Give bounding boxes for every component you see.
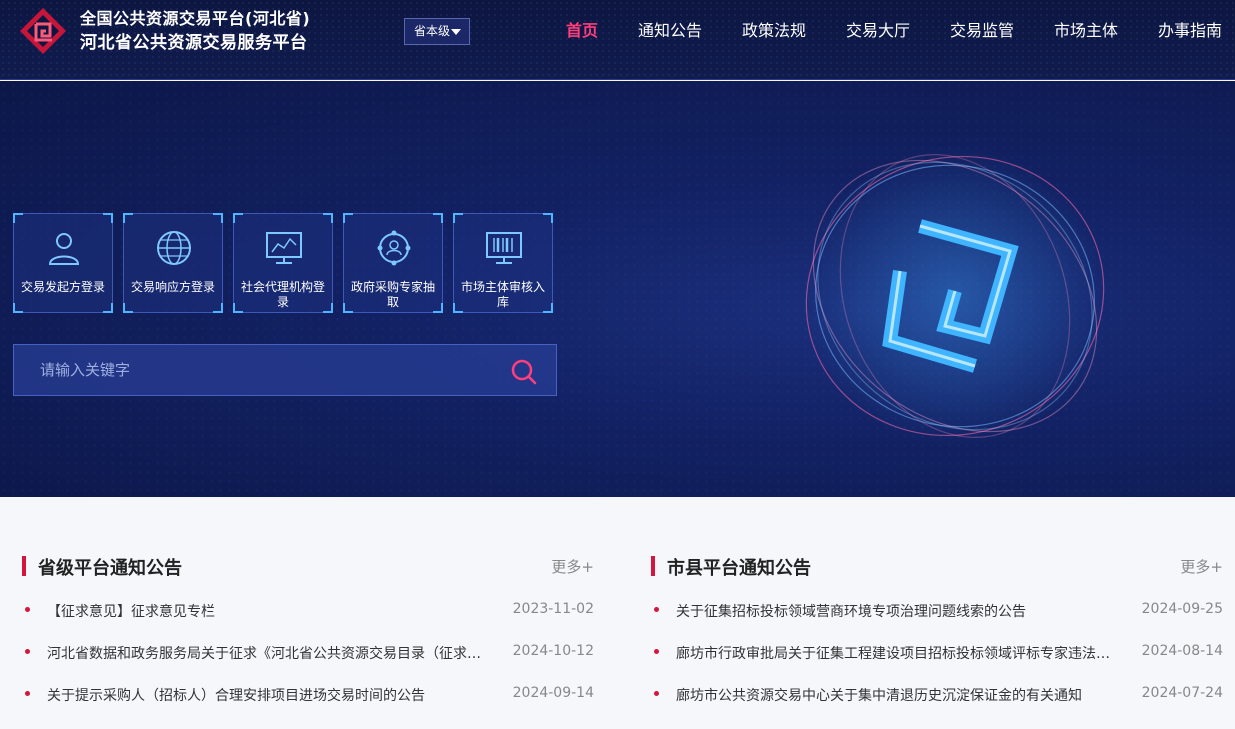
panel-header: 省级平台通知公告 更多+ [22, 552, 594, 580]
nav-notices[interactable]: 通知公告 [638, 20, 702, 42]
globe-icon [157, 231, 191, 265]
list-item[interactable]: 关于提示采购人（招标人）合理安排项目进场交易时间的公告 2024-09-14 [22, 678, 594, 720]
tile-entity-review[interactable]: 市场主体审核入库 [453, 213, 553, 313]
notice-title[interactable]: 关于征集招标投标领域营商环境专项治理问题线索的公告 [676, 601, 1116, 621]
tile-initiator-login[interactable]: 交易发起方登录 [13, 213, 113, 313]
bullet-icon [25, 649, 30, 654]
list-item[interactable]: 河北省数据和政务服务局关于征求《河北省公共资源交易目录（征求… 2024-10-… [22, 636, 594, 678]
panel-title: 省级平台通知公告 [38, 558, 182, 579]
notice-title[interactable]: 廊坊市行政审批局关于征集工程建设项目招标投标领域评标专家违法… [676, 643, 1116, 663]
list-item[interactable]: 廊坊市行政审批局关于征集工程建设项目招标投标领域评标专家违法… 2024-08-… [651, 636, 1223, 678]
more-link[interactable]: 更多+ [1180, 556, 1223, 577]
nav-trading-hall[interactable]: 交易大厅 [846, 20, 910, 42]
nav-supervision[interactable]: 交易监管 [950, 20, 1014, 42]
notice-date: 2024-07-24 [1141, 685, 1223, 701]
level-select-value: 省本级 [414, 24, 451, 38]
user-icon [48, 233, 80, 265]
barcode-screen-icon [486, 232, 522, 264]
notice-title[interactable]: 河北省数据和政务服务局关于征求《河北省公共资源交易目录（征求… [47, 643, 487, 663]
tile-label: 社会代理机构登录 [240, 280, 325, 309]
bullet-icon [654, 607, 659, 612]
notice-date: 2023-11-02 [512, 601, 594, 617]
city-notice-panel: 市县平台通知公告 更多+ 关于征集招标投标领域营商环境专项治理问题线索的公告 2… [651, 552, 1223, 704]
notice-title[interactable]: 关于提示采购人（招标人）合理安排项目进场交易时间的公告 [47, 685, 487, 705]
provincial-notice-panel: 省级平台通知公告 更多+ 【征求意见】征求意见专栏 2023-11-02 河北省… [22, 552, 594, 704]
tile-label: 市场主体审核入库 [460, 280, 545, 309]
more-link[interactable]: 更多+ [551, 556, 594, 577]
monitor-chart-icon [266, 232, 302, 264]
list-item[interactable]: 关于征集招标投标领域营商环境专项治理问题线索的公告 2024-09-25 [651, 594, 1223, 636]
panel-header: 市县平台通知公告 更多+ [651, 552, 1223, 580]
site-header: 全国公共资源交易平台(河北省) 河北省公共资源交易服务平台 省本级 首页 通知公… [0, 0, 1235, 80]
platform-emblem-orb-icon [805, 146, 1105, 446]
site-title-line2: 河北省公共资源交易服务平台 [80, 33, 308, 53]
nav-market-entities[interactable]: 市场主体 [1054, 20, 1118, 42]
tile-agency-login[interactable]: 社会代理机构登录 [233, 213, 333, 313]
nav-service-guide[interactable]: 办事指南 [1158, 20, 1222, 42]
nav-home[interactable]: 首页 [566, 20, 598, 42]
bullet-icon [25, 691, 30, 696]
notice-date: 2024-09-25 [1141, 601, 1223, 617]
tile-expert-extraction[interactable]: 政府采购专家抽取 [343, 213, 443, 313]
nav-policies[interactable]: 政策法规 [742, 20, 806, 42]
notice-date: 2024-09-14 [512, 685, 594, 701]
list-item[interactable]: 【征求意见】征求意见专栏 2023-11-02 [22, 594, 594, 636]
bullet-icon [25, 607, 30, 612]
hero-banner: 交易发起方登录 交易响应方登录 社会代理机构登录 政府采购专家抽取 市场主体审核… [0, 81, 1235, 497]
bullet-icon [654, 691, 659, 696]
tile-label: 交易响应方登录 [130, 280, 215, 294]
notice-list: 关于征集招标投标领域营商环境专项治理问题线索的公告 2024-09-25 廊坊市… [651, 594, 1223, 720]
list-item[interactable]: 廊坊市公共资源交易中心关于集中清退历史沉淀保证金的有关通知 2024-07-24 [651, 678, 1223, 720]
tile-responder-login[interactable]: 交易响应方登录 [123, 213, 223, 313]
chevron-down-icon [451, 29, 461, 35]
bullet-icon [654, 649, 659, 654]
search-input[interactable] [14, 345, 494, 395]
notice-date: 2024-10-12 [512, 643, 594, 659]
notice-title[interactable]: 【征求意见】征求意见专栏 [47, 601, 487, 621]
search-box [13, 344, 557, 396]
search-icon[interactable] [510, 358, 538, 386]
notice-date: 2024-08-14 [1141, 643, 1223, 659]
notice-list: 【征求意见】征求意见专栏 2023-11-02 河北省数据和政务服务局关于征求《… [22, 594, 594, 720]
expert-network-icon [377, 230, 411, 266]
title-accent-bar [22, 556, 26, 576]
tile-label: 交易发起方登录 [20, 280, 105, 294]
panel-title: 市县平台通知公告 [667, 558, 811, 579]
platform-logo-icon[interactable] [18, 6, 68, 56]
site-title[interactable]: 全国公共资源交易平台(河北省) 河北省公共资源交易服务平台 [80, 8, 310, 56]
title-accent-bar [651, 556, 655, 576]
site-title-line1: 全国公共资源交易平台(河北省) [80, 9, 311, 28]
tile-label: 政府采购专家抽取 [350, 280, 435, 309]
level-select-dropdown[interactable]: 省本级 [404, 18, 470, 45]
notice-title[interactable]: 廊坊市公共资源交易中心关于集中清退历史沉淀保证金的有关通知 [676, 685, 1116, 705]
